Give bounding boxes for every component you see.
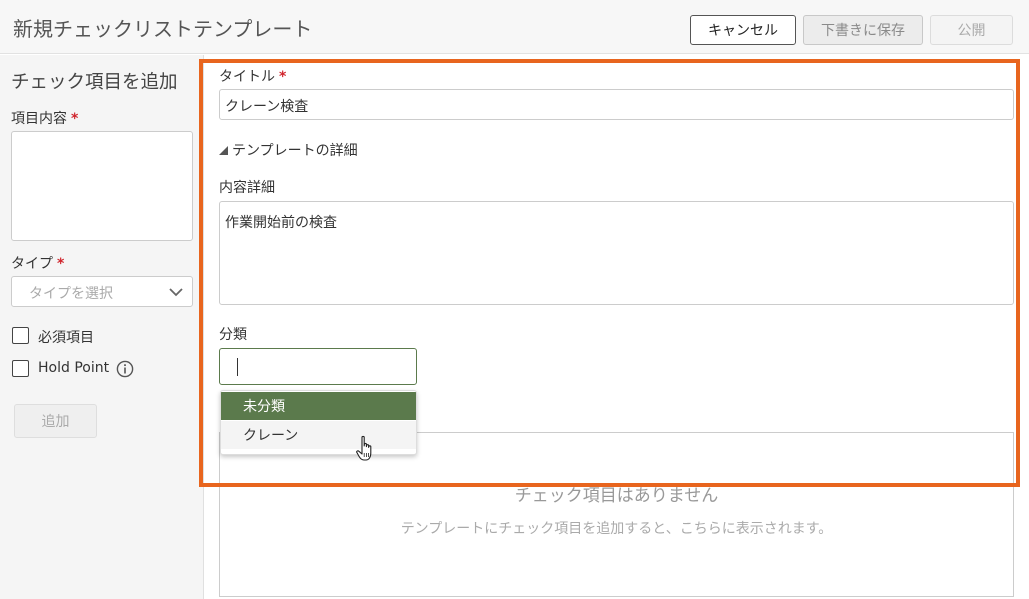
info-icon[interactable] <box>116 360 134 378</box>
item-content-textarea[interactable] <box>11 131 193 241</box>
required-mark: * <box>71 111 79 127</box>
add-button[interactable]: 追加 <box>14 404 97 438</box>
add-check-item-panel: チェック項目を追加 項目内容 * タイプ * タイプを選択 必須項目 Hold Po… <box>0 55 204 599</box>
dropdown-option-crane[interactable]: クレーン <box>221 421 416 449</box>
item-content-label-text: 項目内容 <box>11 111 67 127</box>
detail-label: 内容詳細 <box>219 180 275 196</box>
category-dropdown: 未分類 クレーン <box>220 390 417 455</box>
chevron-down-icon <box>169 288 183 297</box>
cancel-button[interactable]: キャンセル <box>690 15 796 45</box>
empty-state-description: テンプレートにチェック項目を追加すると、こちらに表示されます。 <box>400 521 833 537</box>
dropdown-option-uncategorized[interactable]: 未分類 <box>221 392 416 420</box>
required-item-label: 必須項目 <box>38 330 94 346</box>
triangle-expanded-icon <box>219 145 228 155</box>
header-bar: 新規チェックリストテンプレート キャンセル 下書きに保存 公開 <box>0 0 1029 54</box>
required-mark: * <box>279 69 287 85</box>
required-mark: * <box>57 256 65 272</box>
required-item-checkbox[interactable] <box>12 327 29 344</box>
title-label: タイトル * <box>219 66 286 86</box>
template-details-label: テンプレートの詳細 <box>232 143 358 159</box>
category-label: 分類 <box>219 327 247 343</box>
type-label-text: タイプ <box>11 256 53 272</box>
text-caret <box>237 358 238 376</box>
hand-pointer-icon <box>356 435 372 461</box>
detail-textarea[interactable]: 作業開始前の検査 <box>219 201 1014 305</box>
type-select-placeholder: タイプを選択 <box>29 286 113 302</box>
save-draft-button[interactable]: 下書きに保存 <box>803 15 923 45</box>
check-items-list: チェック項目はありません テンプレートにチェック項目を追加すると、こちらに表示さ… <box>219 432 1014 597</box>
page-title: 新規チェックリストテンプレート <box>13 17 313 41</box>
title-input[interactable]: クレーン検査 <box>219 89 1014 120</box>
category-input[interactable] <box>219 348 417 385</box>
type-label: タイプ * <box>11 253 64 273</box>
title-label-text: タイトル <box>219 69 275 85</box>
type-select[interactable]: タイプを選択 <box>11 276 193 307</box>
add-check-item-title: チェック項目を追加 <box>11 72 178 93</box>
item-content-label: 項目内容 * <box>11 108 78 128</box>
template-details-toggle[interactable]: テンプレートの詳細 <box>219 140 358 160</box>
hold-point-label: Hold Point <box>38 360 110 376</box>
empty-state-title: チェック項目はありません <box>514 486 719 506</box>
publish-button[interactable]: 公開 <box>930 15 1013 45</box>
hold-point-checkbox[interactable] <box>12 360 29 377</box>
